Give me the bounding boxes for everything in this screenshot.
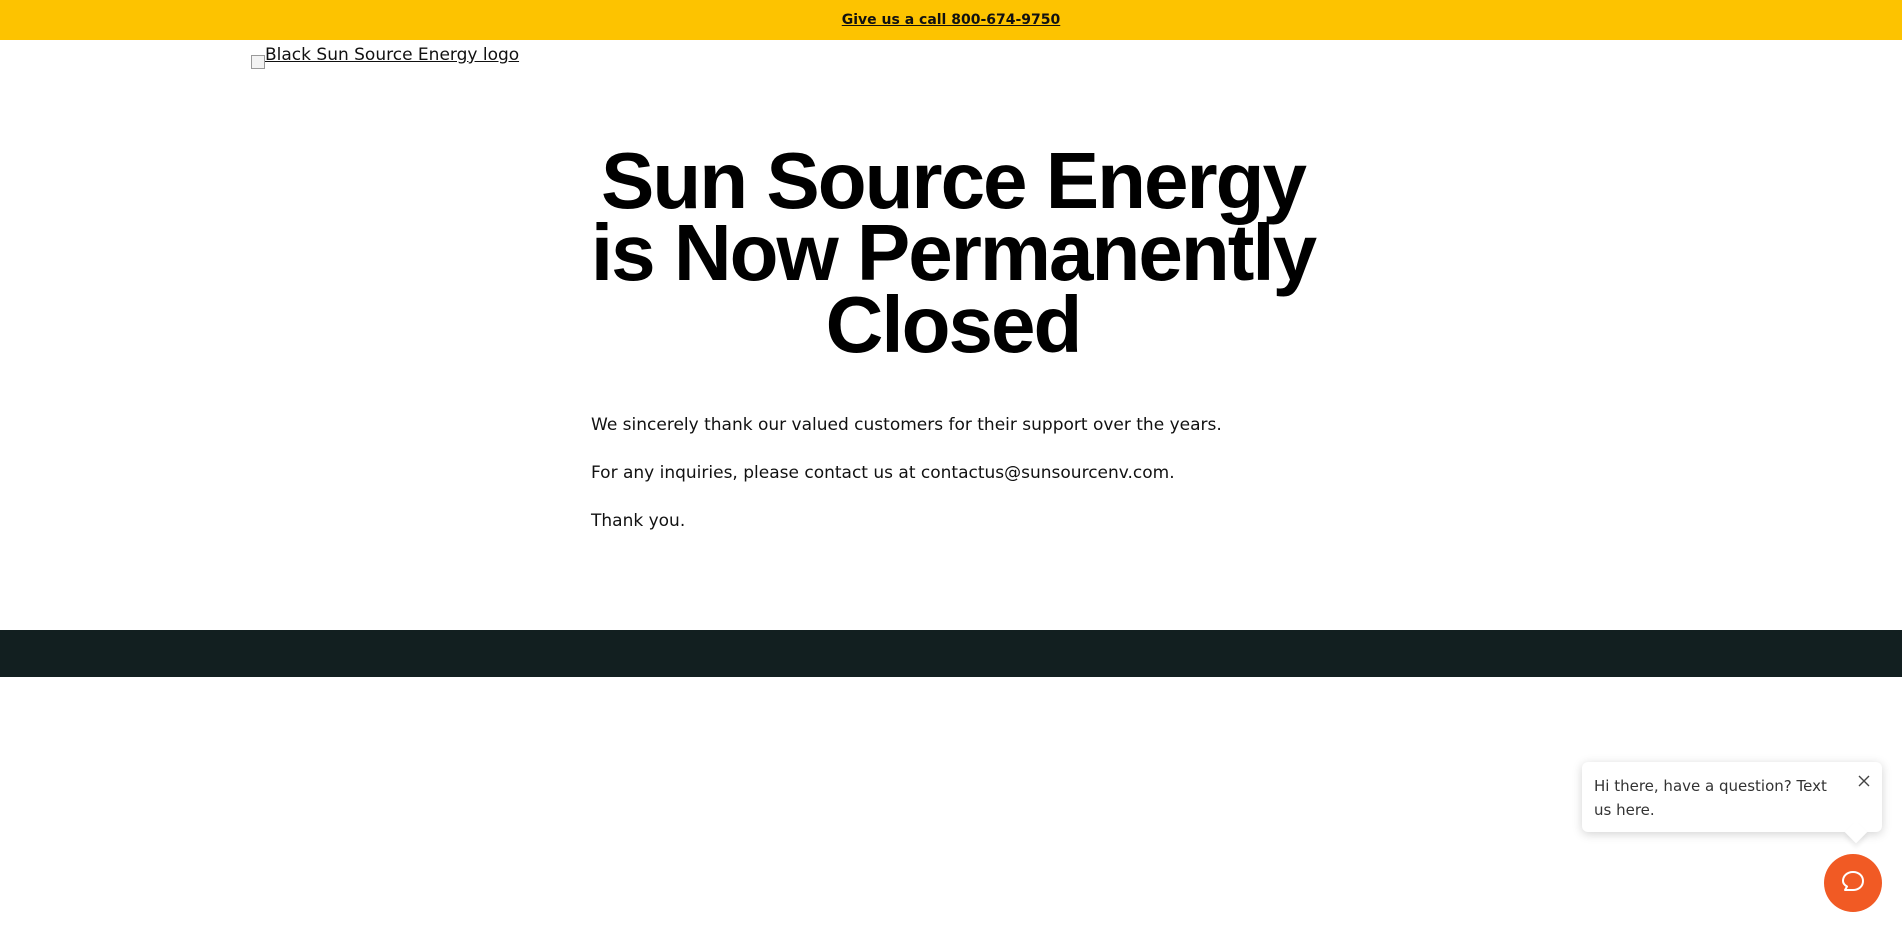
contact-paragraph: For any inquiries, please contact us at … — [591, 463, 1175, 483]
site-logo[interactable]: Black Sun Source Energy logo — [251, 45, 519, 69]
call-us-link[interactable]: Give us a call 800-674-9750 — [842, 12, 1061, 28]
logo-alt-text: Black Sun Source Energy logo — [265, 45, 520, 65]
close-icon[interactable] — [1856, 772, 1872, 788]
closing-paragraph: Thank you. — [591, 511, 686, 531]
chat-bubble-icon — [1839, 867, 1867, 899]
chat-prompt-text: Hi there, have a question? Text us here. — [1594, 777, 1827, 819]
footer-bar — [0, 630, 1902, 677]
closure-message: We sincerely thank our valued customers … — [591, 414, 1311, 558]
thank-you-paragraph: We sincerely thank our valued customers … — [591, 415, 1222, 435]
chat-launcher-button[interactable] — [1824, 854, 1882, 912]
chat-prompt-bubble[interactable]: Hi there, have a question? Text us here. — [1582, 762, 1882, 832]
page-title: Sun Source Energy is Now Permanently Clo… — [590, 136, 1317, 369]
broken-image-icon — [251, 55, 265, 69]
top-announcement-bar: Give us a call 800-674-9750 — [0, 0, 1902, 40]
